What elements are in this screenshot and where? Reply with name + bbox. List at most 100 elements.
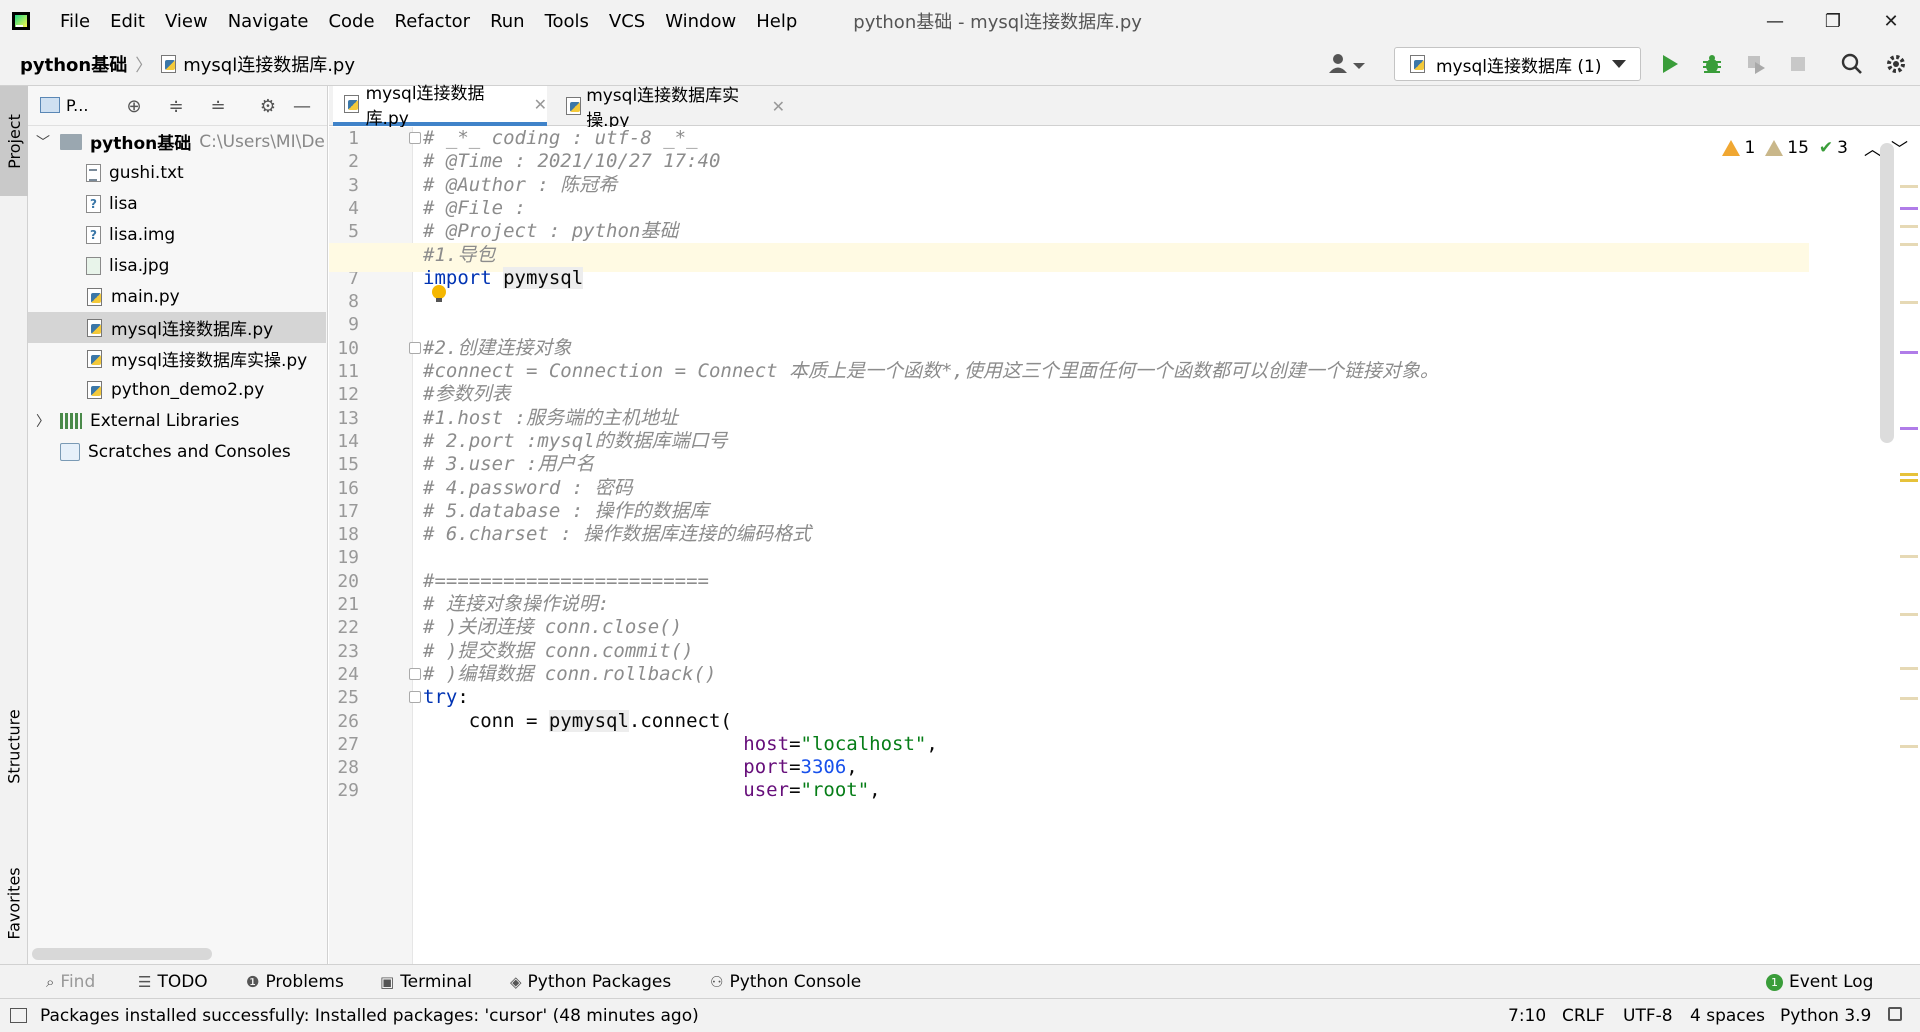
project-horizontal-scrollbar[interactable] <box>32 948 212 960</box>
python-interpreter[interactable]: Python 3.9 <box>1780 1006 1871 1026</box>
breadcrumb-file[interactable]: mysql连接数据库.py <box>183 51 355 77</box>
fold-marker-icon[interactable] <box>409 667 421 680</box>
status-message[interactable]: Packages installed successfully: Install… <box>40 1006 699 1026</box>
close-window-icon[interactable]: ✕ <box>1876 6 1906 36</box>
run-icon[interactable] <box>1658 52 1682 76</box>
error-stripe-marker[interactable] <box>1900 207 1918 210</box>
find-tool-button[interactable]: ⌕ Find <box>46 972 95 992</box>
line-number[interactable]: 29 <box>329 776 359 805</box>
menu-view[interactable]: View <box>165 11 208 32</box>
code-line[interactable]: import pymysql <box>423 264 584 293</box>
hide-panel-icon[interactable]: — <box>290 94 314 118</box>
menu-help[interactable]: Help <box>756 11 797 32</box>
error-stripe-marker[interactable] <box>1900 243 1918 246</box>
menu-navigate[interactable]: Navigate <box>228 11 309 32</box>
stop-icon[interactable] <box>1786 52 1810 76</box>
problems-tool-button[interactable]: ❶ Problems <box>246 972 344 992</box>
editor-tab-bar: mysql连接数据库.py ✕ mysql连接数据库实操.py ✕ <box>329 84 1920 131</box>
code-line[interactable]: #connect = Connection = Connect 本质上是一个函数… <box>423 357 1439 386</box>
line-separator[interactable]: CRLF <box>1562 1006 1605 1026</box>
error-stripe-marker[interactable] <box>1900 185 1918 188</box>
close-tab-icon[interactable]: ✕ <box>772 97 785 116</box>
close-tab-icon[interactable]: ✕ <box>534 95 547 114</box>
typo-count[interactable]: ✔ 3 <box>1819 138 1848 158</box>
error-stripe-marker[interactable] <box>1900 301 1918 304</box>
favorites-tool-tab[interactable]: Favorites <box>0 848 28 958</box>
settings-gear-icon[interactable] <box>1884 52 1908 76</box>
todo-tool-button[interactable]: ☰ TODO <box>138 972 208 992</box>
tree-item-file[interactable]: python_demo2.py <box>28 374 326 405</box>
menu-vcs[interactable]: VCS <box>609 11 645 32</box>
editor-vertical-scrollbar[interactable] <box>1880 143 1894 443</box>
error-stripe-marker[interactable] <box>1900 427 1918 430</box>
menu-edit[interactable]: Edit <box>110 11 145 32</box>
intention-bulb-icon[interactable] <box>432 285 446 302</box>
menu-window[interactable]: Window <box>665 11 736 32</box>
code-line[interactable]: user="root", <box>423 776 880 805</box>
tree-external-libraries[interactable]: 〉 External Libraries <box>28 405 326 436</box>
tree-item-file[interactable]: gushi.txt <box>28 157 326 188</box>
expand-all-icon[interactable]: ≑ <box>164 94 188 118</box>
chevron-down-icon[interactable]: ﹀ <box>36 132 50 152</box>
previous-highlight-icon[interactable]: ︿ <box>1864 135 1881 160</box>
minimize-icon[interactable]: — <box>1760 6 1790 36</box>
tree-item-file-selected[interactable]: mysql连接数据库.py <box>28 312 326 343</box>
fold-marker-icon[interactable] <box>409 341 421 354</box>
run-with-coverage-icon[interactable] <box>1744 52 1768 76</box>
error-stripe-marker[interactable] <box>1900 697 1918 700</box>
error-stripe-marker[interactable] <box>1900 555 1918 558</box>
code-editor[interactable]: 1234567891011121314151617181920212223242… <box>329 127 1920 964</box>
search-icon[interactable] <box>1840 52 1864 76</box>
fold-marker-icon[interactable] <box>409 132 421 144</box>
file-encoding[interactable]: UTF-8 <box>1623 1006 1673 1026</box>
error-stripe-marker[interactable] <box>1900 225 1918 228</box>
indent-setting[interactable]: 4 spaces <box>1690 1006 1765 1026</box>
menu-code[interactable]: Code <box>328 11 374 32</box>
editor-tab[interactable]: mysql连接数据库实操.py ✕ <box>555 86 785 131</box>
python-packages-tool-button[interactable]: ◈ Python Packages <box>510 972 671 992</box>
tree-item-file[interactable]: mysql连接数据库实操.py <box>28 343 326 374</box>
tree-scratches-consoles[interactable]: Scratches and Consoles <box>28 436 326 467</box>
text-file-icon <box>86 163 101 182</box>
run-configuration-select[interactable]: mysql连接数据库 (1) <box>1394 47 1641 81</box>
terminal-tool-button[interactable]: ▣ Terminal <box>380 972 472 992</box>
user-account-icon[interactable] <box>1326 52 1366 76</box>
select-opened-file-icon[interactable]: ⊕ <box>122 94 146 118</box>
project-view-select[interactable]: P... <box>66 96 88 115</box>
lock-icon[interactable] <box>1888 1007 1902 1021</box>
status-toggle-icon[interactable] <box>10 1008 27 1023</box>
menu-run[interactable]: Run <box>490 11 525 32</box>
tree-item-file[interactable]: lisa <box>28 188 326 219</box>
error-stripe-marker[interactable] <box>1900 351 1918 354</box>
weak-warning-count[interactable]: 15 <box>1765 138 1809 158</box>
structure-tool-tab[interactable]: Structure <box>0 686 28 806</box>
fold-marker-icon[interactable] <box>409 691 421 704</box>
error-stripe-marker[interactable] <box>1900 473 1918 476</box>
editor-tab-active[interactable]: mysql连接数据库.py ✕ <box>333 84 547 129</box>
error-stripe-marker[interactable] <box>1900 745 1918 748</box>
error-stripe-marker[interactable] <box>1900 479 1918 482</box>
warning-count[interactable]: 1 <box>1722 138 1755 158</box>
chevron-right-icon[interactable]: 〉 <box>36 411 50 431</box>
restore-icon[interactable]: ❐ <box>1818 6 1848 36</box>
tree-item-file[interactable]: lisa.jpg <box>28 250 326 281</box>
menu-tools[interactable]: Tools <box>545 11 589 32</box>
image-file-icon <box>86 256 101 275</box>
code-line[interactable]: # 6.charset : 操作数据库连接的编码格式 <box>423 520 811 549</box>
error-stripe-marker[interactable] <box>1900 613 1918 616</box>
project-tool-tab[interactable]: Project <box>0 86 28 196</box>
event-log-tool-button[interactable]: 1 Event Log <box>1766 972 1873 992</box>
debug-icon[interactable] <box>1700 52 1724 76</box>
menu-refactor[interactable]: Refactor <box>395 11 471 32</box>
error-stripe[interactable] <box>1894 177 1920 957</box>
tree-item-file[interactable]: lisa.img <box>28 219 326 250</box>
tree-item-file[interactable]: main.py <box>28 281 326 312</box>
collapse-all-icon[interactable]: ≐ <box>206 94 230 118</box>
python-console-tool-button[interactable]: ⚇ Python Console <box>710 972 861 992</box>
tree-root-folder[interactable]: ﹀ python基础 C:\Users\MI\De <box>28 126 326 157</box>
caret-position[interactable]: 7:10 <box>1508 1006 1546 1026</box>
project-options-gear-icon[interactable]: ⚙ <box>256 94 280 118</box>
error-stripe-marker[interactable] <box>1900 667 1918 670</box>
menu-file[interactable]: File <box>60 11 90 32</box>
breadcrumb-project[interactable]: python基础 <box>20 51 127 77</box>
